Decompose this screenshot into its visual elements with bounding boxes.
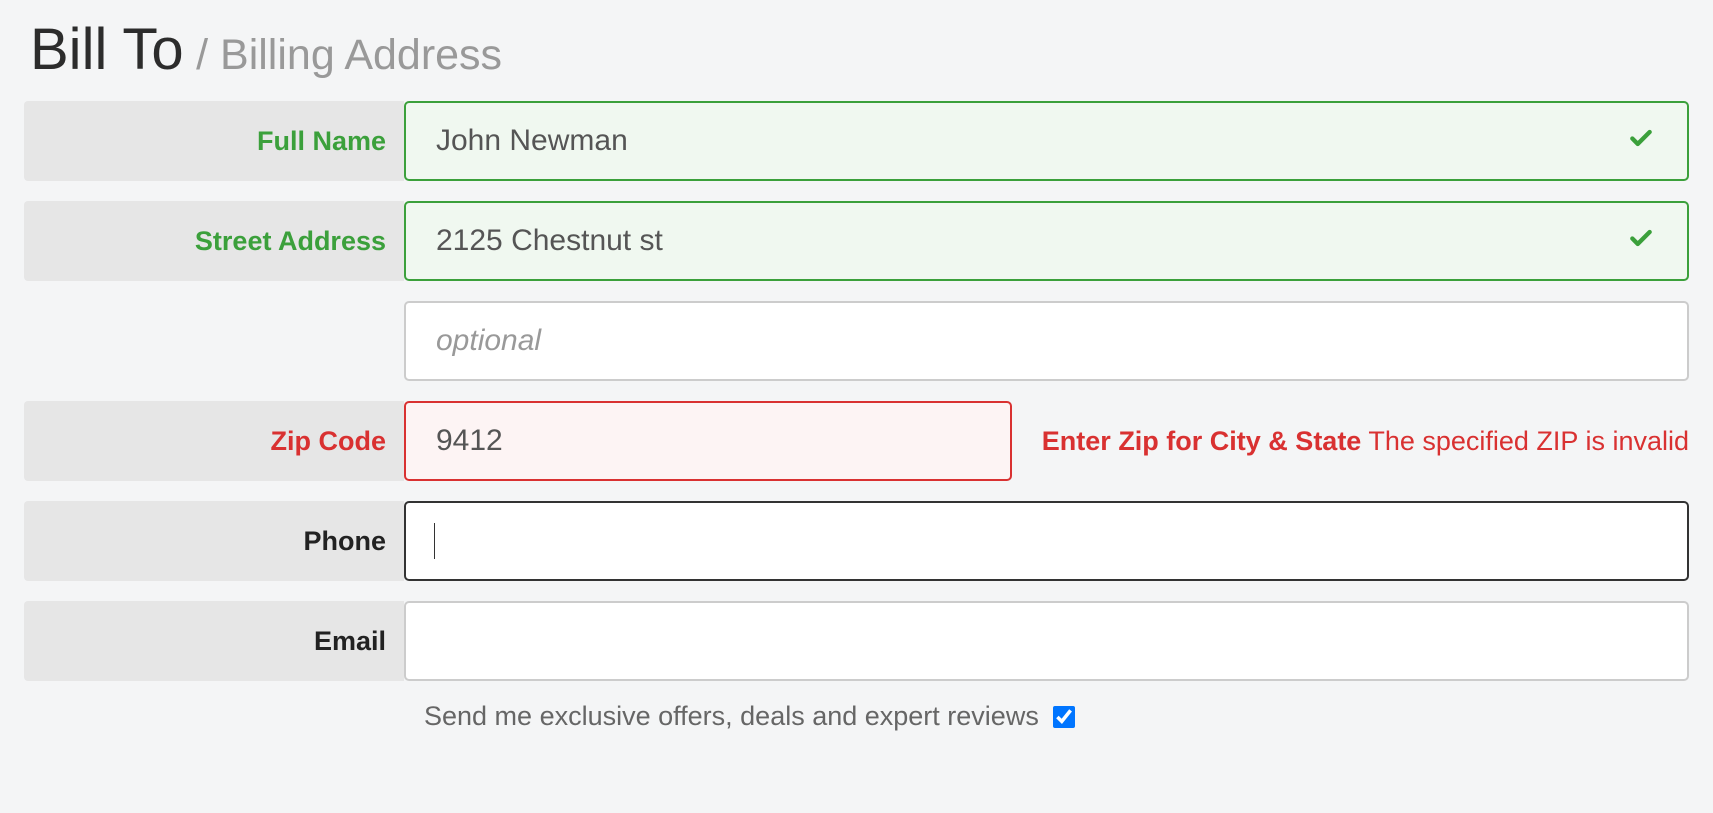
label-cell-full-name: Full Name — [24, 101, 404, 181]
form-row-zip-code: Zip Code Enter Zip for City & State The … — [24, 401, 1689, 481]
zip-hint-text: Enter Zip for City & State — [1042, 426, 1362, 456]
form-row-email: Email — [24, 601, 1689, 681]
form-row-phone: Phone — [24, 501, 1689, 581]
page-title: Bill To — [30, 17, 184, 82]
page-subtitle: / Billing Address — [196, 31, 502, 79]
phone-input[interactable] — [404, 501, 1689, 581]
form-row-street-address-2 — [24, 301, 1689, 381]
full-name-label: Full Name — [257, 126, 386, 157]
zip-error-text: The specified ZIP is invalid — [1368, 426, 1689, 456]
zip-code-input[interactable] — [404, 401, 1012, 481]
label-cell-email: Email — [24, 601, 404, 681]
offers-checkbox[interactable] — [1053, 706, 1075, 728]
form-row-street-address: Street Address — [24, 201, 1689, 281]
full-name-input[interactable] — [404, 101, 1689, 181]
street-address-2-input[interactable] — [404, 301, 1689, 381]
offers-checkbox-label: Send me exclusive offers, deals and expe… — [424, 701, 1039, 732]
page-header: Bill To / Billing Address — [30, 16, 1689, 83]
street-address-label: Street Address — [195, 226, 386, 257]
email-input[interactable] — [404, 601, 1689, 681]
check-icon — [1628, 226, 1654, 257]
form-row-full-name: Full Name — [24, 101, 1689, 181]
phone-label: Phone — [303, 526, 386, 557]
zip-code-label: Zip Code — [271, 426, 387, 457]
offers-checkbox-row: Send me exclusive offers, deals and expe… — [404, 701, 1689, 732]
label-cell-street-address-2 — [24, 301, 404, 381]
label-cell-street-address: Street Address — [24, 201, 404, 281]
zip-code-messages: Enter Zip for City & State The specified… — [1012, 426, 1689, 457]
email-label: Email — [314, 626, 386, 657]
street-address-input[interactable] — [404, 201, 1689, 281]
label-cell-phone: Phone — [24, 501, 404, 581]
check-icon — [1628, 126, 1654, 157]
label-cell-zip-code: Zip Code — [24, 401, 404, 481]
